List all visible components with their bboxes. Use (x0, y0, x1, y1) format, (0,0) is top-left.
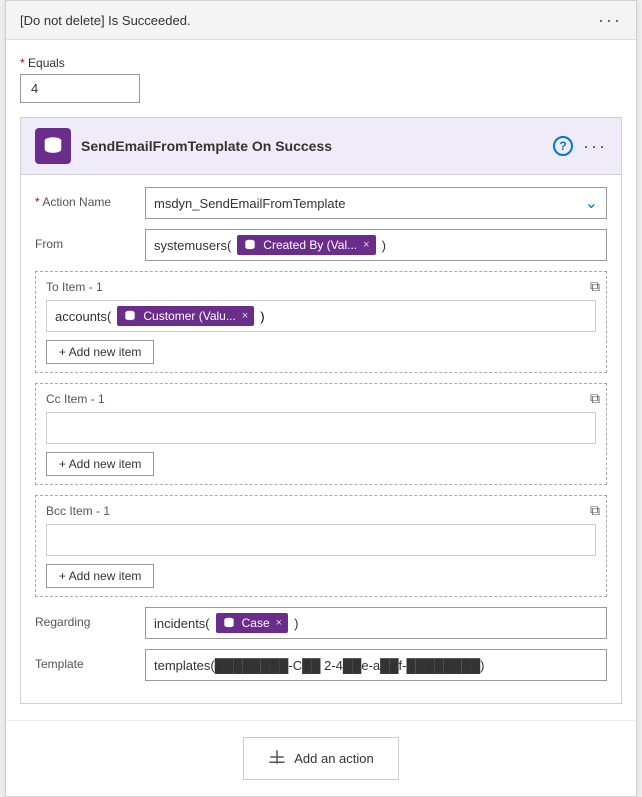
dropdown-arrow-icon[interactable]: ⌄ (585, 193, 598, 213)
bcc-input[interactable] (46, 524, 596, 556)
from-chip-db-icon (243, 237, 259, 253)
regarding-control: incidents( Case × (145, 607, 607, 639)
template-control[interactable]: templates(████████-C██ 2-4██e-a██f-█████… (145, 649, 607, 681)
db-icon (35, 128, 71, 164)
add-action-svg (268, 748, 286, 766)
from-row: From systemusers( Created By (35, 229, 607, 261)
cc-input[interactable] (46, 412, 596, 444)
bcc-section: ⧉ Bcc Item - 1 + Add new item (35, 495, 607, 597)
bcc-label: Bcc Item - 1 (46, 504, 596, 518)
regarding-row: Regarding incidents( Case (35, 607, 607, 639)
to-chip-close[interactable]: × (242, 310, 248, 322)
outer-menu-dots[interactable]: ··· (598, 11, 622, 29)
cc-add-new-item-button[interactable]: + Add new item (46, 452, 154, 476)
to-chip: Customer (Valu... × (117, 306, 254, 326)
regarding-chip-text: Case (242, 616, 270, 630)
to-copy-icon[interactable]: ⧉ (590, 278, 600, 295)
inner-card-header: SendEmailFromTemplate On Success ? ··· (21, 118, 621, 175)
to-add-new-item-button[interactable]: + Add new item (46, 340, 154, 364)
cc-section: ⧉ Cc Item - 1 + Add new item (35, 383, 607, 485)
to-suffix: ) (260, 309, 264, 324)
to-label: To Item - 1 (46, 280, 596, 294)
to-input[interactable]: accounts( Customer (Valu... × (46, 300, 596, 332)
cc-label: Cc Item - 1 (46, 392, 596, 406)
action-name-value: msdyn_SendEmailFromTemplate (154, 196, 345, 211)
bottom-action: Add an action (6, 720, 636, 796)
to-chip-text: Customer (Valu... (143, 309, 235, 323)
template-label: Template (35, 649, 145, 671)
inner-body: Action Name msdyn_SendEmailFromTemplate … (21, 175, 621, 703)
to-chip-db-icon (123, 308, 139, 324)
outer-body: * Equals SendEmailFromTemplate On Succes… (6, 40, 636, 720)
bcc-copy-icon[interactable]: ⧉ (590, 502, 600, 519)
regarding-chip-db-icon (222, 615, 238, 631)
inner-card-title: SendEmailFromTemplate On Success (81, 138, 543, 154)
outer-header: [Do not delete] Is Succeeded. ··· (6, 1, 636, 40)
equals-input[interactable] (20, 74, 140, 103)
to-section: ⧉ To Item - 1 accounts( (35, 271, 607, 373)
to-prefix: accounts( (55, 309, 111, 324)
inner-card: SendEmailFromTemplate On Success ? ··· A… (20, 117, 622, 704)
inner-menu-dots[interactable]: ··· (583, 137, 607, 155)
from-chip-text: Created By (Val... (263, 238, 357, 252)
action-name-label: Action Name (35, 187, 145, 209)
regarding-label: Regarding (35, 607, 145, 629)
template-row: Template templates(████████-C██ 2-4██e-a… (35, 649, 607, 681)
template-value: templates(████████-C██ 2-4██e-a██f-█████… (154, 658, 485, 673)
chip-database-icon (243, 238, 257, 252)
add-action-icon (268, 748, 286, 769)
from-chip-close[interactable]: × (363, 239, 369, 251)
from-control: systemusers( Created By (Val... × (145, 229, 607, 261)
outer-card: [Do not delete] Is Succeeded. ··· * Equa… (5, 0, 637, 797)
from-prefix: systemusers( (154, 238, 231, 253)
chip-database-icon-3 (222, 616, 236, 630)
add-action-label: Add an action (294, 751, 374, 766)
regarding-suffix: ) (294, 616, 298, 631)
header-actions: ? ··· (553, 136, 607, 156)
database-icon (42, 135, 64, 157)
regarding-prefix: incidents( (154, 616, 210, 631)
from-suffix: ) (382, 238, 386, 253)
action-name-control[interactable]: msdyn_SendEmailFromTemplate ⌄ (145, 187, 607, 219)
from-label: From (35, 229, 145, 251)
help-icon[interactable]: ? (553, 136, 573, 156)
equals-label: * Equals (20, 56, 622, 70)
chip-database-icon-2 (123, 309, 137, 323)
regarding-chip: Case × (216, 613, 288, 633)
add-action-button[interactable]: Add an action (243, 737, 399, 780)
regarding-chip-close[interactable]: × (276, 617, 282, 629)
outer-header-title: [Do not delete] Is Succeeded. (20, 13, 191, 28)
action-name-row: Action Name msdyn_SendEmailFromTemplate … (35, 187, 607, 219)
cc-copy-icon[interactable]: ⧉ (590, 390, 600, 407)
from-chip: Created By (Val... × (237, 235, 375, 255)
bcc-add-new-item-button[interactable]: + Add new item (46, 564, 154, 588)
